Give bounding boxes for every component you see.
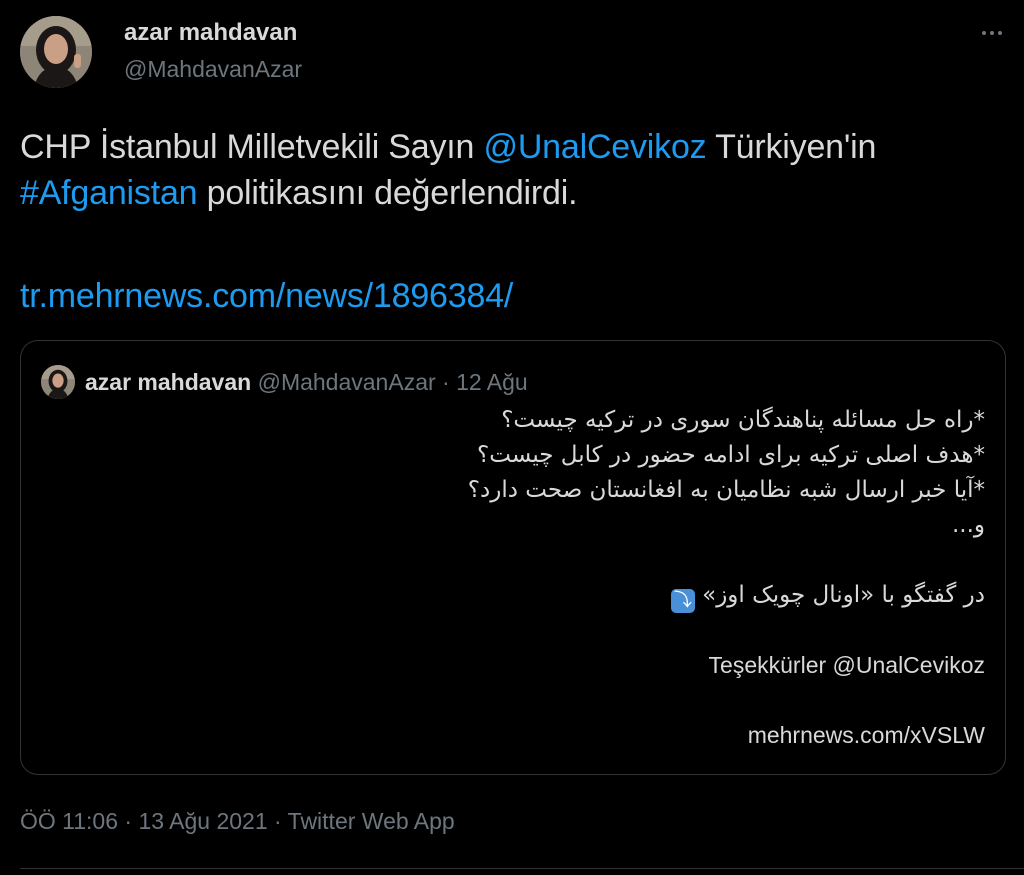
author-name[interactable]: azar mahdavan (124, 19, 297, 47)
hashtag-link[interactable]: #Afganistan (20, 174, 198, 212)
quote-avatar[interactable] (41, 365, 75, 399)
divider (20, 868, 1024, 869)
quote-line: *هدف اصلی ترکیه برای ادامه حضور در کابل … (477, 442, 985, 468)
quote-conversation-text: در گفتگو با «اونال چویک اوز» (702, 582, 985, 608)
tweet-url-link[interactable]: tr.mehrnews.com/news/1896384/ (20, 273, 513, 319)
quote-thanks: Teşekkürler @UnalCevikoz (708, 652, 985, 678)
author-handle[interactable]: @MahdavanAzar (124, 56, 302, 83)
tweet-text-segment: politikasını değerlendirdi. (197, 174, 578, 212)
tweet-detail: azar mahdavan @MahdavanAzar CHP İstanbul… (0, 0, 1024, 875)
quote-header: azar mahdavan @MahdavanAzar · 12 Ağu (85, 369, 528, 396)
quote-line: *راه حل مسائله پناهندگان سوری در ترکیه چ… (501, 407, 985, 433)
quoted-tweet[interactable]: azar mahdavan @MahdavanAzar · 12 Ağu *را… (20, 340, 1006, 775)
timestamp-link[interactable]: ÖÖ 11:06 · 13 Ağu 2021 · (20, 808, 288, 834)
quote-line: *آیا خبر ارسال شبه نظامیان به افغانستان … (467, 477, 985, 503)
quote-conversation-line: در گفتگو با «اونال چویک اوز» ⤵ (468, 578, 985, 613)
mention-link[interactable]: @UnalCevikoz (484, 128, 707, 166)
quote-author-name[interactable]: azar mahdavan (85, 369, 251, 395)
source-app-link[interactable]: Twitter Web App (288, 808, 455, 834)
tweet-timestamp: ÖÖ 11:06 · 13 Ağu 2021 · Twitter Web App (20, 808, 455, 835)
right-arrow-curving-down-icon: ⤵ (670, 589, 695, 613)
quote-body: *راه حل مسائله پناهندگان سوری در ترکیه چ… (468, 403, 985, 753)
quote-line: و... (951, 512, 985, 538)
quote-link: mehrnews.com/xVSLW (747, 722, 985, 748)
tweet-text: CHP İstanbul Milletvekili Sayın @UnalCev… (20, 124, 1010, 216)
avatar[interactable] (20, 16, 92, 88)
quote-meta: @MahdavanAzar · 12 Ağu (251, 369, 528, 395)
more-options-button[interactable] (972, 18, 1012, 48)
more-horizontal-icon (982, 31, 1002, 35)
tweet-text-segment: CHP İstanbul Milletvekili Sayın (20, 128, 484, 166)
tweet-text-segment: Türkiyen'in (706, 128, 877, 166)
